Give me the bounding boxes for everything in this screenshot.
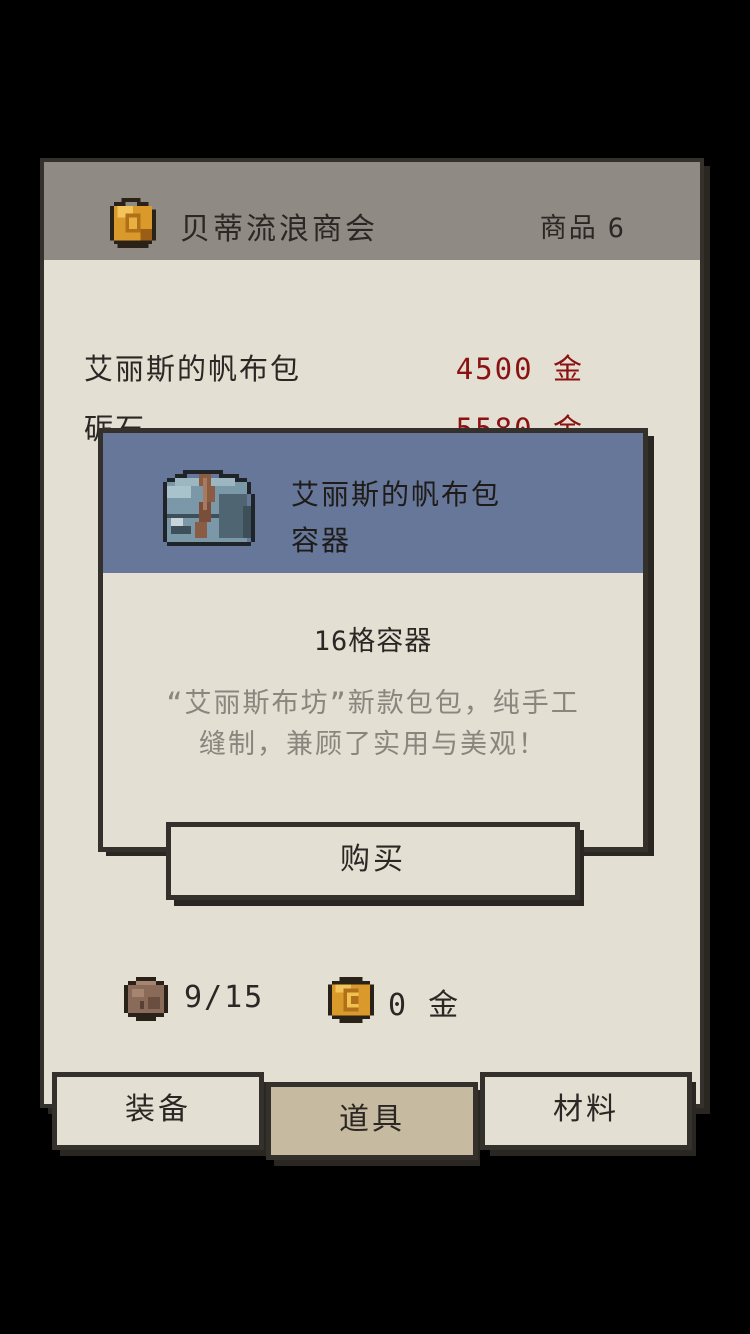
popup-item-stat: 16格容器 [313, 626, 433, 657]
coin-icon [328, 977, 374, 1023]
item-detail-popup: 艾丽斯的帆布包 容器 16格容器 “艾丽斯布坊”新款包包，纯手工缝制，兼顾了实用… [98, 428, 648, 852]
shop-title: 贝蒂流浪商会 [180, 212, 378, 247]
gold-amount: 0 金 [388, 988, 461, 1023]
list-item[interactable]: 艾丽斯的帆布包 4500 金 [84, 346, 584, 390]
backpack-icon [163, 470, 255, 546]
item-price: 4500 金 [455, 352, 584, 386]
tab-materials[interactable]: 材料 [480, 1072, 692, 1150]
popup-item-type: 容器 [291, 524, 352, 557]
tab-items[interactable]: 道具 [266, 1082, 478, 1160]
goods-label: 商品 [539, 213, 598, 244]
bag-capacity: 9/15 [184, 980, 265, 1015]
goods-count: 商品 6 [540, 206, 626, 245]
tab-equipment[interactable]: 装备 [52, 1072, 264, 1150]
buy-button[interactable]: 购买 [166, 822, 580, 900]
popup-item-description: “艾丽斯布坊”新款包包，纯手工缝制，兼顾了实用与美观！ [166, 688, 580, 760]
item-name: 艾丽斯的帆布包 [84, 352, 302, 386]
shop-header: 贝蒂流浪商会 商品 6 [44, 162, 700, 260]
goods-count-value: 6 [607, 213, 626, 244]
popup-header: 艾丽斯的帆布包 容器 [103, 433, 643, 573]
gold-coin-icon [110, 198, 156, 248]
popup-item-name: 艾丽斯的帆布包 [291, 478, 502, 511]
pouch-icon [124, 977, 168, 1021]
